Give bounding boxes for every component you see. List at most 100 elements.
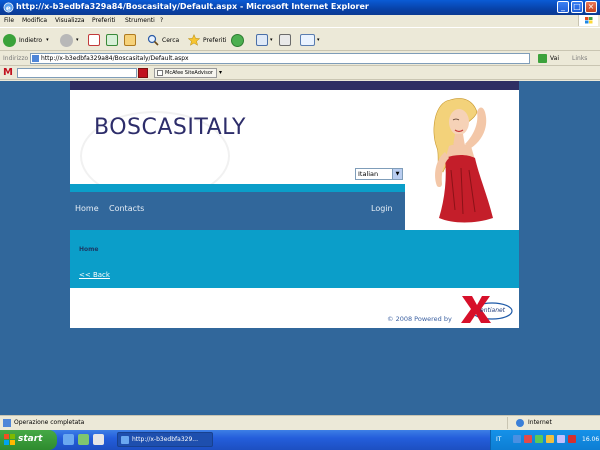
mail-button[interactable]: ▾	[256, 33, 273, 47]
siteadvisor-dropdown[interactable]: ▾	[219, 69, 222, 76]
desktop-quicklaunch-icon[interactable]	[78, 434, 89, 445]
antivirus-icon[interactable]	[524, 435, 532, 443]
menu-tools[interactable]: Strumenti	[125, 17, 155, 24]
address-bar: Indirizzo http://x-b3edbfa329a84/Boscasi…	[0, 52, 600, 66]
page-icon	[32, 55, 39, 62]
siteadvisor-icon	[157, 70, 163, 76]
clock: 16.06	[582, 436, 600, 443]
menu-bar: File Modifica Visualizza Preferiti Strum…	[0, 15, 600, 26]
volume-icon[interactable]	[535, 435, 543, 443]
main-nav: Home Contacts Login	[70, 192, 405, 230]
windows-flag-icon	[4, 434, 15, 445]
back-link[interactable]: << Back	[79, 271, 110, 279]
globe-icon	[516, 419, 524, 427]
history-icon	[231, 33, 244, 47]
address-url: http://x-b3edbfa329a84/Boscasitaly/Defau…	[41, 55, 189, 62]
nav-login[interactable]: Login	[371, 204, 393, 213]
footer-copyright: © 2008 Powered by	[387, 315, 452, 323]
mcafee-search-input[interactable]	[17, 68, 137, 78]
address-input[interactable]: http://x-b3edbfa329a84/Boscasitaly/Defau…	[30, 53, 530, 64]
window-titlebar[interactable]: e http://x-b3edbfa329a84/Boscasitaly/Def…	[0, 0, 600, 15]
go-button[interactable]: Vai	[550, 55, 559, 62]
language-value: Italian	[358, 170, 379, 178]
home-button[interactable]	[124, 33, 136, 47]
header-strip	[70, 81, 519, 90]
back-button[interactable]: Indietro ▾	[3, 33, 49, 47]
menu-favorites[interactable]: Preferiti	[92, 17, 116, 24]
internet-explorer-icon	[121, 436, 129, 444]
menu-edit[interactable]: Modifica	[22, 17, 47, 24]
security-icon[interactable]	[546, 435, 554, 443]
ie-quicklaunch-icon[interactable]	[63, 434, 74, 445]
stop-button[interactable]	[88, 33, 100, 47]
edit-icon	[300, 34, 315, 46]
status-bar: Operazione completata Internet	[0, 415, 600, 430]
links-button[interactable]: Links	[572, 55, 587, 62]
menu-view[interactable]: Visualizza	[55, 17, 85, 24]
start-button[interactable]: start	[0, 430, 57, 450]
windows-taskbar: start http://x-b3edbfa329... IT 16.06	[0, 430, 600, 450]
search-button[interactable]: Cerca	[147, 33, 179, 47]
windows-logo-icon	[578, 15, 598, 26]
print-icon	[279, 34, 291, 46]
media-quicklaunch-icon[interactable]	[93, 434, 104, 445]
back-label: Indietro	[19, 36, 43, 44]
search-label: Cerca	[162, 36, 180, 44]
forward-button[interactable]: ▾	[60, 33, 79, 47]
browser-viewport[interactable]: BOSCASITALY Italian ▼ Home Contacts Logi…	[0, 81, 600, 415]
menu-help[interactable]: ?	[160, 17, 163, 24]
mcafee-toolbar: M McAfee SiteAdvisor ▾	[0, 66, 600, 80]
zone-label: Internet	[528, 419, 552, 426]
network-icon[interactable]	[513, 435, 521, 443]
internet-explorer-icon: e	[3, 2, 14, 13]
mcafee-tray-icon[interactable]	[568, 435, 576, 443]
language-select[interactable]: Italian ▼	[355, 168, 403, 180]
history-button[interactable]	[231, 33, 244, 47]
refresh-icon	[106, 34, 118, 46]
taskbar-item-ie[interactable]: http://x-b3edbfa329...	[117, 432, 213, 447]
nav-home[interactable]: Home	[75, 204, 99, 213]
chevron-down-icon: ▾	[76, 37, 79, 43]
page-icon	[3, 419, 11, 427]
favorites-label: Preferiti	[203, 36, 227, 44]
mcafee-search-button[interactable]	[138, 68, 148, 78]
chevron-down-icon: ▾	[317, 37, 320, 43]
chevron-down-icon: ▾	[46, 37, 49, 43]
print-button[interactable]	[279, 33, 291, 47]
nav-contacts[interactable]: Contacts	[109, 204, 144, 213]
siteadvisor-label: McAfee SiteAdvisor	[165, 70, 213, 76]
refresh-button[interactable]	[106, 33, 118, 47]
xentianet-logo[interactable]: entianet	[458, 294, 516, 324]
system-tray: IT 16.06	[490, 430, 600, 450]
status-message: Operazione completata	[14, 419, 85, 426]
siteadvisor-button[interactable]: McAfee SiteAdvisor	[154, 68, 217, 78]
favorites-button[interactable]: Preferiti	[188, 33, 227, 47]
menu-file[interactable]: File	[4, 17, 14, 24]
update-icon[interactable]	[557, 435, 565, 443]
star-icon	[188, 34, 200, 46]
go-arrow-icon[interactable]	[538, 54, 547, 63]
footer-logo-text: entianet	[480, 307, 506, 314]
chevron-down-icon: ▼	[392, 169, 402, 179]
browser-toolbar: Indietro ▾ ▾ Cerca Preferiti ▾ ▾	[0, 27, 600, 51]
stop-icon	[88, 34, 100, 46]
close-button[interactable]: ×	[585, 1, 597, 13]
header-woman-image	[405, 90, 519, 230]
address-label: Indirizzo	[3, 55, 29, 62]
main-content: Home << Back	[70, 230, 519, 288]
breadcrumb: Home	[79, 246, 99, 253]
minimize-button[interactable]: _	[557, 1, 569, 13]
website: BOSCASITALY Italian ▼ Home Contacts Logi…	[70, 81, 519, 328]
window-title: http://x-b3edbfa329a84/Boscasitaly/Defau…	[16, 2, 369, 11]
edit-button[interactable]: ▾	[300, 33, 320, 47]
security-zone: Internet	[507, 417, 600, 429]
search-icon	[147, 34, 159, 46]
mcafee-logo-icon: M	[3, 67, 13, 78]
site-footer: © 2008 Powered by entianet	[70, 288, 519, 328]
language-indicator[interactable]: IT	[496, 436, 501, 443]
mail-icon	[256, 34, 268, 46]
start-label: start	[18, 434, 43, 444]
maximize-button[interactable]: □	[571, 1, 583, 13]
home-icon	[124, 34, 136, 46]
chevron-down-icon: ▾	[270, 37, 273, 43]
